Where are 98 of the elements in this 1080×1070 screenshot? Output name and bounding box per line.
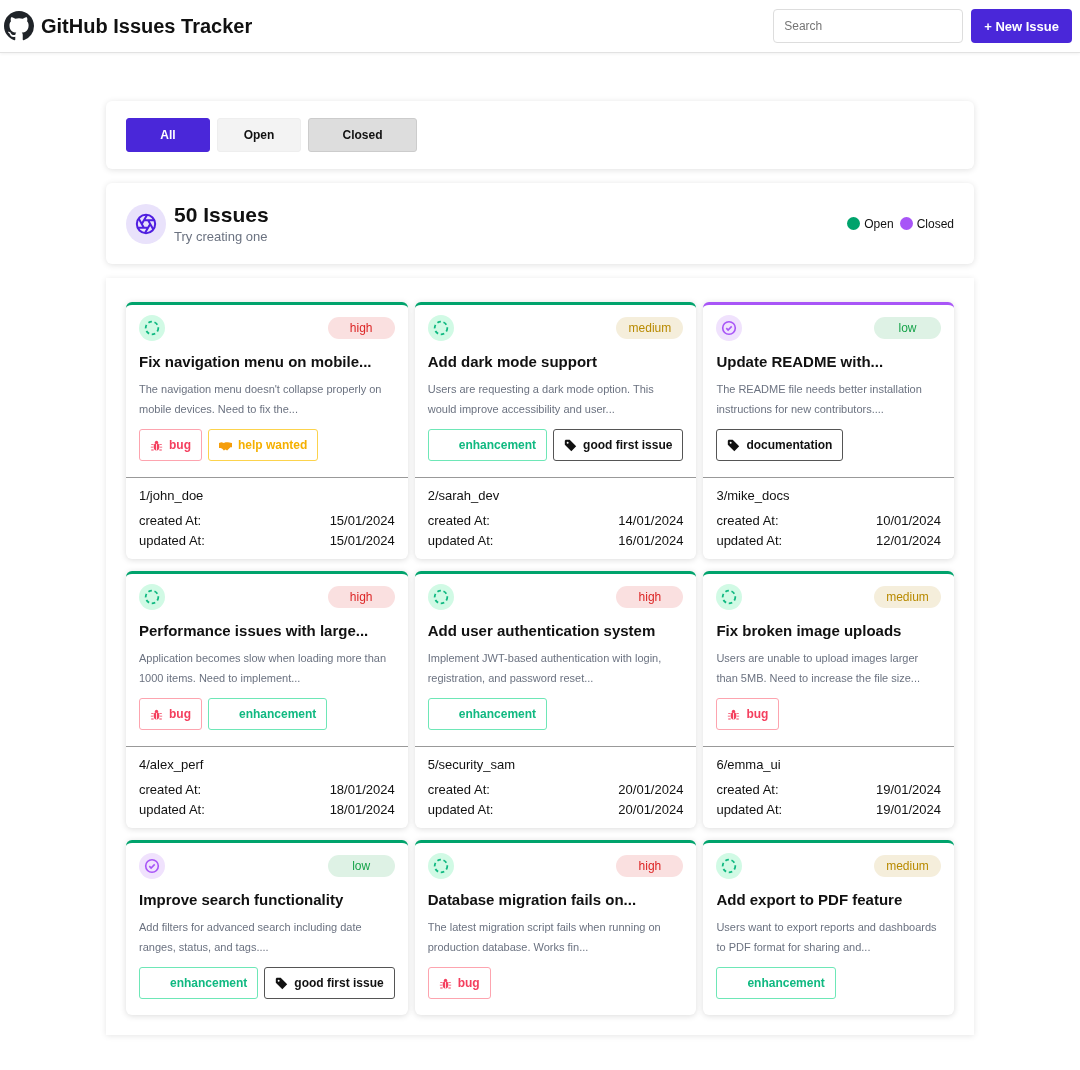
- issue-title: Update README with...: [716, 353, 885, 370]
- tag-icon: [275, 976, 289, 990]
- issue-author: 2/sarah_dev: [427, 488, 501, 503]
- issue-label: enhancement: [716, 967, 836, 999]
- date-label: updated At:: [139, 532, 205, 550]
- issue-label: enhancement: [427, 698, 548, 730]
- priority-badge: high: [616, 586, 684, 608]
- issue-card[interactable]: low Improve search functionality Add filters for advanced search including date ranges, status, and tags.... enhancement good first issue: [126, 840, 408, 1015]
- date-value: 20/01/2024: [618, 801, 684, 819]
- issue-label: help wanted: [208, 429, 319, 461]
- app-title: GitHub Issues Tracker: [41, 14, 253, 38]
- issue-title: Fix navigation menu on mobile...: [139, 353, 373, 370]
- issue-card[interactable]: [414, 302, 697, 559]
- date-label: created At:: [716, 781, 779, 799]
- github-logo-icon: [4, 11, 34, 41]
- issue-label: documentation: [716, 429, 844, 461]
- issue-label: bug: [139, 429, 202, 461]
- issue-card[interactable]: low Update README with... The README file needs better installation instructions for new contributors.... documentation 3/mike_docs created At: 10/01/2024 updated At: 12/01/2024: [703, 302, 954, 559]
- issue-description: The navigation menu doesn't collapse properly on mobile devices. Need to fix the...: [139, 382, 383, 417]
- issue-card[interactable]: high Performance issues with large... Application becomes slow when loading more than 1000 items. Need to implement... bug enhancement 4/alex_perf created At: 18/01/2024 updated At: 18/01/2024: [126, 571, 408, 828]
- aperture-icon: [126, 203, 166, 244]
- bug-icon: [150, 438, 163, 452]
- date-label: created At:: [139, 512, 202, 530]
- issue-author: 5/security_sam: [427, 757, 517, 772]
- issue-label: good first issue: [264, 967, 395, 999]
- date-value: 20/01/2024: [618, 781, 684, 799]
- issue-author: 1/john_doe: [139, 488, 205, 503]
- search-field[interactable]: Search: [773, 9, 964, 43]
- issue-description: Add filters for advanced search including date ranges, status, and tags....: [139, 920, 363, 955]
- filter-tab[interactable]: Closed: [308, 118, 417, 152]
- issue-label: enhancement: [139, 967, 259, 999]
- filter-tab[interactable]: All: [126, 118, 210, 152]
- date-value: 18/01/2024: [329, 781, 395, 799]
- issue-title: Add export to PDF feature: [716, 891, 904, 908]
- issue-description: Application becomes slow when loading more than 1000 items. Need to implement...: [139, 651, 388, 686]
- date-value: 19/01/2024: [875, 781, 941, 799]
- filter-tab[interactable]: Open: [217, 118, 301, 152]
- date-label: updated At:: [427, 801, 494, 819]
- date-value: 15/01/2024: [329, 512, 395, 530]
- empty-hint: Try creating one: [174, 229, 269, 244]
- issue-card[interactable]: high Fix navigation menu on mobile... The navigation menu doesn't collapse properly on mobile devices. Need to fix the... bug help wanted 1/john_doe created At: 15/01/2024 updated At: 15/01/2024: [126, 302, 408, 559]
- date-label: created At:: [139, 781, 202, 799]
- issue-description: Users are requesting a dark mode option. This would improve accessibility and user...: [427, 382, 655, 417]
- issue-card[interactable]: medium Add export to PDF feature Users want to export reports and dashboards to PDF format for sharing and... enhancement: [703, 840, 954, 1015]
- date-label: updated At:: [716, 532, 783, 550]
- priority-badge: high: [327, 317, 395, 339]
- issue-author: 6/emma_ui: [716, 757, 782, 772]
- date-value: 15/01/2024: [329, 532, 395, 550]
- issue-card[interactable]: high Database migration fails on... The latest migration script fails when running on production database. Works fin... bug: [414, 840, 697, 1015]
- date-label: created At:: [427, 512, 490, 530]
- issue-title: Performance issues with large...: [139, 622, 370, 639]
- date-label: updated At:: [427, 532, 494, 550]
- issue-card[interactable]: high Add user authentication system Implement JWT-based authentication with login, registration, and password reset... enhancement 5/security_sam created At: 20/01/2024 updated At: 20/01/2024: [414, 571, 697, 828]
- date-label: updated At:: [716, 801, 783, 819]
- bug-icon: [438, 976, 452, 990]
- date-label: updated At:: [139, 801, 205, 819]
- date-value: 10/01/2024: [875, 512, 941, 530]
- new-issue-button[interactable]: + New Issue: [971, 9, 1072, 43]
- bug-icon: [727, 707, 741, 721]
- issue-label: bug: [427, 967, 491, 999]
- date-value: 19/01/2024: [875, 801, 941, 819]
- issue-count: 50 Issues: [174, 203, 269, 227]
- issue-description: Implement JWT-based authentication with login, registration, and password reset...: [427, 651, 663, 686]
- priority-badge: high: [327, 586, 395, 608]
- issue-label: enhancement: [427, 429, 548, 461]
- issue-title: Add user authentication system: [427, 622, 657, 639]
- issue-description: Users want to export reports and dashboards to PDF format for sharing and...: [716, 920, 938, 955]
- issue-description: Users are unable to upload images larger than 5MB. Need to increase the file size...: [716, 651, 921, 686]
- date-label: created At:: [427, 781, 490, 799]
- legend-label: Closed: [916, 216, 954, 231]
- priority-badge: medium: [874, 586, 941, 608]
- date-label: created At:: [716, 512, 779, 530]
- priority-badge: high: [616, 855, 684, 877]
- issue-title: Database migration fails on...: [427, 891, 638, 908]
- issue-description: The README file needs better installation instructions for new contributors....: [716, 382, 923, 417]
- issue-label: bug: [716, 698, 780, 730]
- priority-badge: medium: [874, 855, 941, 877]
- priority-badge: medium: [616, 317, 684, 339]
- issue-author: 4/alex_perf: [139, 757, 205, 772]
- priority-badge: low: [874, 317, 941, 339]
- date-value: 18/01/2024: [329, 801, 395, 819]
- issue-title: Fix broken image uploads: [716, 622, 903, 639]
- issue-card[interactable]: medium Fix broken image uploads Users are unable to upload images larger than 5MB. Need to increase the file size... bug 6/emma_ui created At: 19/01/2024 updated At: 19/01/2024: [703, 571, 954, 828]
- issue-title: Add dark mode support: [427, 353, 598, 370]
- issue-label: enhancement: [208, 698, 328, 730]
- tag-icon: [564, 438, 578, 452]
- priority-badge: low: [327, 855, 395, 877]
- issue-label: good first issue: [553, 429, 684, 461]
- date-value: 16/01/2024: [618, 532, 684, 550]
- date-value: 14/01/2024: [618, 512, 684, 530]
- issue-label: bug: [139, 698, 202, 730]
- issue-description: The latest migration script fails when running on production database. Works fin...: [427, 920, 662, 955]
- tag-icon: [727, 438, 741, 452]
- issue-author: 3/mike_docs: [716, 488, 791, 503]
- legend-label: Open: [864, 216, 894, 231]
- issue-title: Improve search functionality: [139, 891, 345, 908]
- bug-icon: [150, 707, 163, 721]
- date-value: 12/01/2024: [875, 532, 941, 550]
